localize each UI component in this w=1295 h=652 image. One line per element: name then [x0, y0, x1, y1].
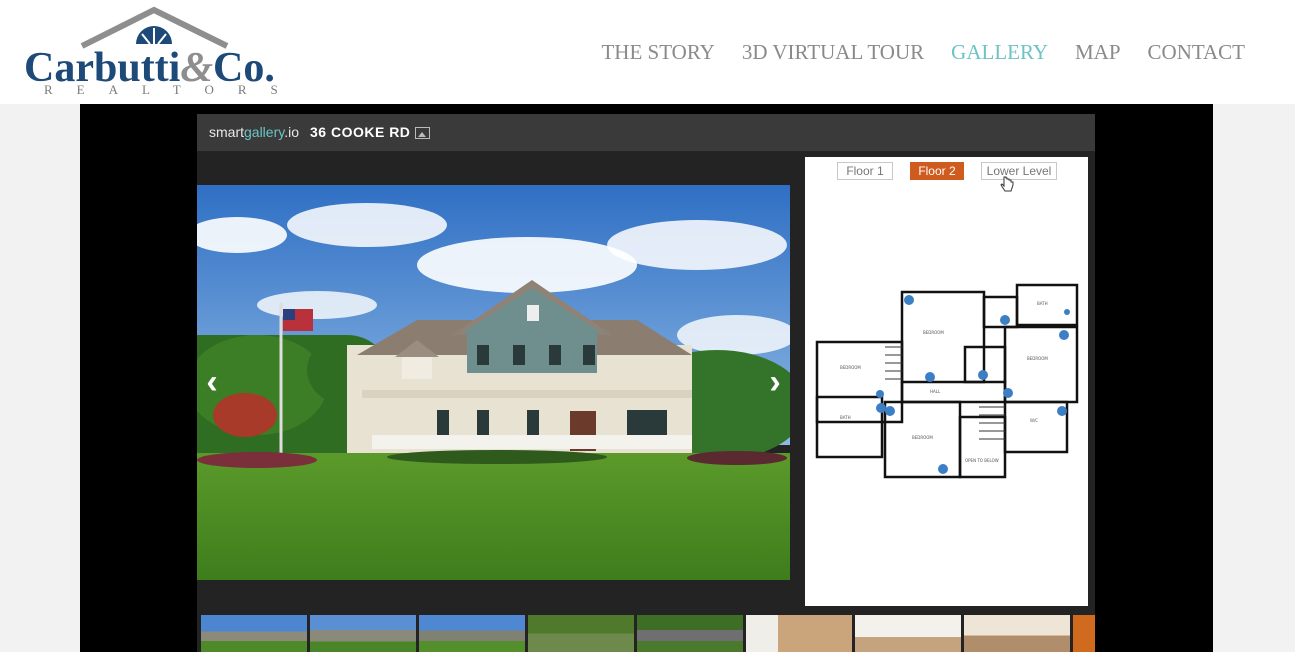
gallery-brand: smartgallery.io [209, 124, 299, 140]
main-photo[interactable]: ‹ › [197, 185, 790, 580]
svg-text:W/C: W/C [1030, 418, 1038, 423]
main-nav: THE STORY 3D VIRTUAL TOUR GALLERY MAP CO… [601, 40, 1245, 65]
smart-gallery: smartgallery.io 36 COOKE RD ‹ › Floor 1 … [197, 114, 1095, 652]
next-photo-button[interactable]: › [763, 365, 787, 399]
thumbnail-4[interactable] [528, 615, 634, 652]
logo[interactable]: Carbutti&Co. REALTORS [22, 6, 292, 98]
property-address: 36 COOKE RD [310, 124, 411, 140]
nav-map[interactable]: MAP [1075, 40, 1121, 65]
svg-text:BATH: BATH [840, 415, 851, 420]
nav-the-story[interactable]: THE STORY [601, 40, 714, 65]
thumbnail-8[interactable] [964, 615, 1070, 652]
svg-text:OPEN TO BELOW: OPEN TO BELOW [965, 458, 999, 463]
svg-text:BATH: BATH [1037, 301, 1048, 306]
nav-3d-virtual-tour[interactable]: 3D VIRTUAL TOUR [742, 40, 924, 65]
floorplan-drawing[interactable]: BEDROOM BEDROOM BEDROOM BEDROOM BATH BAT… [805, 157, 1088, 606]
svg-text:HALL: HALL [930, 389, 941, 394]
thumbnail-strip [197, 615, 1095, 652]
thumbnail-7[interactable] [855, 615, 961, 652]
svg-text:BEDROOM: BEDROOM [840, 365, 861, 370]
thumbnail-5[interactable] [637, 615, 743, 652]
svg-text:BEDROOM: BEDROOM [923, 330, 944, 335]
gallery-titlebar: smartgallery.io 36 COOKE RD [197, 114, 1095, 151]
thumbnail-9[interactable] [1073, 615, 1095, 652]
svg-text:BEDROOM: BEDROOM [1027, 356, 1048, 361]
prev-photo-button[interactable]: ‹ [200, 365, 224, 399]
thumbnail-6[interactable] [746, 615, 852, 652]
site-header: Carbutti&Co. REALTORS THE STORY 3D VIRTU… [0, 0, 1295, 104]
nav-gallery[interactable]: GALLERY [951, 40, 1048, 65]
floorplan-panel: Floor 1 Floor 2 Lower Level BEDROOM BEDR… [805, 157, 1088, 606]
thumbnail-2[interactable] [310, 615, 416, 652]
logo-subtitle: REALTORS [44, 82, 302, 97]
thumbnail-1[interactable] [201, 615, 307, 652]
thumbnail-3[interactable] [419, 615, 525, 652]
house-photo-image [197, 185, 790, 580]
svg-text:BEDROOM: BEDROOM [912, 435, 933, 440]
nav-contact[interactable]: CONTACT [1148, 40, 1245, 65]
image-icon [415, 127, 430, 139]
